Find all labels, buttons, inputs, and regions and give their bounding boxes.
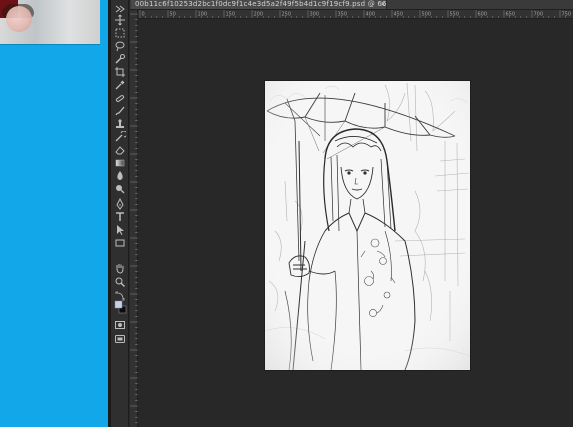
screen-mode-icon[interactable] [114, 333, 126, 345]
dodge-icon[interactable] [114, 183, 126, 195]
thumbnail-face [6, 6, 32, 32]
webcam-thumbnail [0, 0, 100, 45]
ruler-tick-label: 100 [198, 12, 208, 18]
ruler-tick-label: 0 [142, 12, 145, 18]
quick-mask-icon[interactable] [114, 319, 126, 331]
tools-panel [111, 0, 129, 427]
ruler-tick-label: 450 [394, 12, 404, 18]
ruler-tick-label: 650 [506, 12, 516, 18]
history-brush-icon[interactable] [114, 131, 126, 143]
blur-icon[interactable] [114, 170, 126, 182]
hand-icon[interactable] [114, 262, 126, 274]
document-tab-title: 00b11c6f10253d2bc1f0dc9f1c4e3d5a2f49f5b4… [135, 0, 387, 8]
eraser-icon[interactable] [114, 144, 126, 156]
color-swatches-icon[interactable] [114, 300, 127, 314]
marquee-icon[interactable] [114, 27, 126, 39]
pen-icon[interactable] [114, 198, 126, 210]
foreground-color-swatch [114, 300, 123, 309]
ruler-tick-label: 250 [282, 12, 292, 18]
ruler-tick-label: 200 [254, 12, 264, 18]
zoom-icon[interactable] [114, 276, 126, 288]
ruler-ticks [130, 13, 138, 424]
type-icon[interactable] [114, 211, 126, 223]
sketch-illustration [265, 81, 470, 370]
path-select-icon[interactable] [114, 224, 126, 236]
ruler-tick-label: 700 [534, 12, 544, 18]
ruler-ticks: 0 50 100 150 200 250 300 350 400 450 500 550 600 650 7… [139, 10, 572, 18]
ruler-tick-label: 750 [562, 12, 572, 18]
vertical-ruler[interactable] [130, 10, 138, 427]
ruler-tick-label: 400 [366, 12, 376, 18]
ruler-tick-label: 550 [450, 12, 460, 18]
shape-icon[interactable] [114, 237, 126, 249]
document-tab[interactable]: 00b11c6f10253d2bc1f0dc9f1c4e3d5a2f49f5b4… [131, 0, 387, 9]
ruler-tick-label: 600 [478, 12, 488, 18]
ruler-tick-label: 350 [338, 12, 348, 18]
clone-stamp-icon[interactable] [114, 118, 126, 130]
ruler-tick-label: 300 [310, 12, 320, 18]
sketch-artwork[interactable] [265, 81, 470, 370]
screen: 00b11c6f10253d2bc1f0dc9f1c4e3d5a2f49f5b4… [0, 0, 573, 427]
ruler-tick-label: 150 [226, 12, 236, 18]
horizontal-ruler[interactable]: 0 50 100 150 200 250 300 350 400 450 500 550 600 650 7… [138, 10, 573, 19]
close-tab-icon[interactable]: × [379, 0, 387, 9]
eyedropper-icon[interactable] [114, 79, 126, 91]
desktop-background [0, 0, 108, 427]
move-icon[interactable] [114, 14, 126, 26]
lasso-icon[interactable] [114, 40, 126, 52]
healing-icon[interactable] [114, 92, 126, 104]
ruler-tick-label: 500 [422, 12, 432, 18]
crop-icon[interactable] [114, 66, 126, 78]
quick-select-icon[interactable] [114, 53, 126, 65]
ruler-tick-label: 50 [170, 12, 176, 18]
gradient-icon[interactable] [114, 157, 126, 169]
brush-icon[interactable] [114, 105, 126, 117]
